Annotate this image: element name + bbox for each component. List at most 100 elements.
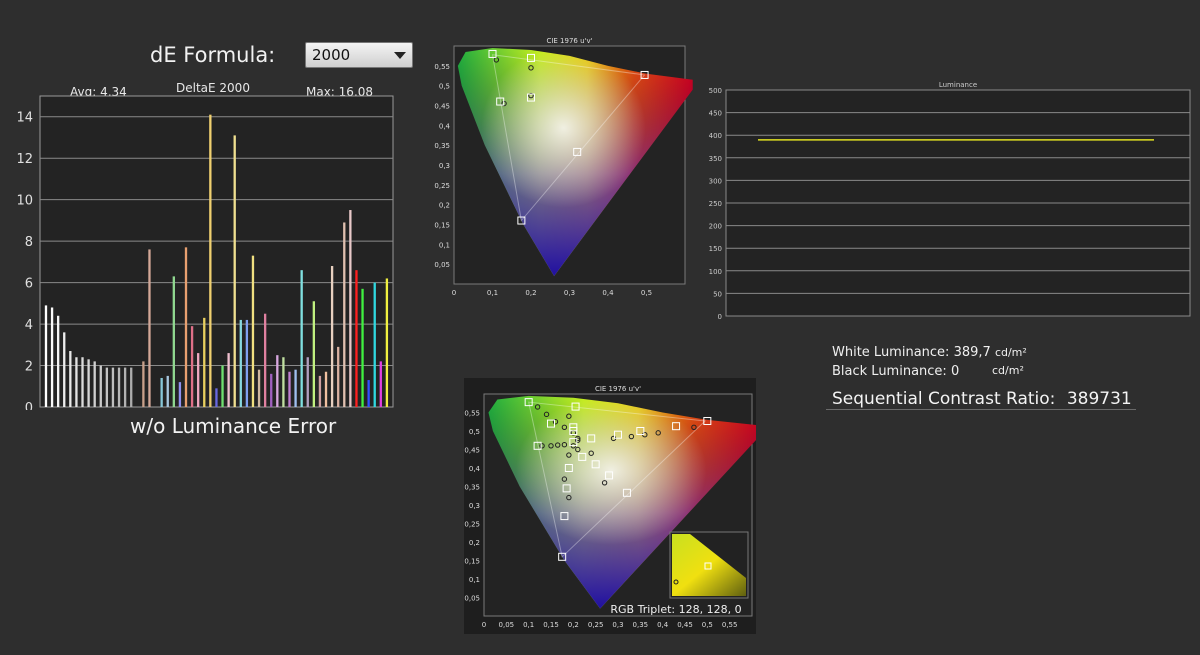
y-tick-label: 400: [709, 132, 722, 140]
y-tick-label: 150: [709, 245, 722, 253]
bar: [251, 255, 255, 407]
bar: [361, 288, 364, 407]
y-tick-label: 12: [16, 152, 33, 167]
x-tick-label: 0: [452, 289, 456, 297]
bar: [367, 380, 370, 407]
bar: [44, 305, 48, 407]
bar: [355, 270, 358, 407]
y-tick-label: 2: [25, 360, 33, 375]
y-tick-label: 0,45: [434, 103, 450, 111]
x-tick-label: 0,1: [487, 289, 498, 297]
x-tick-label: 0,25: [588, 621, 604, 629]
x-tick-label: 0,5: [702, 621, 713, 629]
y-tick-label: 10: [16, 194, 33, 209]
delta-e-bar-chart: 0 2 4 6 8 10 12 14: [16, 95, 394, 410]
bar: [190, 326, 194, 407]
bar: [172, 276, 175, 407]
bar: [337, 346, 340, 407]
black-luminance-label: Black Luminance:: [832, 364, 947, 379]
rgb-triplet-label: RGB Triplet: 128, 128, 0: [610, 603, 741, 616]
bar: [117, 367, 121, 407]
bar: [288, 371, 291, 407]
y-tick-label: 0,55: [434, 63, 450, 71]
y-tick-label: 0,05: [434, 261, 450, 269]
y-tick-label: 8: [25, 235, 33, 250]
bar: [257, 369, 261, 407]
bar: [276, 355, 279, 407]
bar: [221, 365, 224, 407]
bar: [239, 319, 242, 407]
x-tick-label: 0,3: [612, 621, 623, 629]
x-tick-label: 0: [482, 621, 486, 629]
bar: [57, 315, 60, 407]
bar: [160, 377, 163, 407]
y-tick-label: 0: [718, 313, 722, 321]
y-tick-label: 0,5: [469, 428, 480, 436]
bar: [324, 371, 328, 407]
contrast-ratio-value: 389731: [1066, 389, 1132, 409]
bar: [245, 319, 249, 407]
bar: [75, 357, 78, 407]
bar: [385, 278, 389, 407]
bar: [81, 357, 84, 407]
white-luminance-value: 389,7: [953, 345, 991, 360]
bar: [111, 367, 115, 407]
bar: [69, 351, 72, 407]
x-tick-label: 0,35: [633, 621, 649, 629]
bar: [263, 313, 267, 407]
y-tick-label: 450: [709, 110, 722, 118]
bar: [93, 361, 96, 407]
cie-chart-primaries: 0,05 0,1 0,15 0,2 0,25 0,3 0,35 0,4 0,45 0,5 0,55 0…: [434, 37, 693, 297]
y-tick-label: 14: [16, 111, 33, 126]
bar: [233, 135, 236, 407]
y-tick-label: 0,15: [434, 222, 450, 230]
y-tick-label: 100: [709, 268, 722, 276]
de-formula-value: 2000: [312, 46, 351, 64]
contrast-ratio: Sequential Contrast Ratio: 389731: [832, 389, 1132, 409]
luminance-readout: White Luminance: 389,7 cd/m² Black Lumin…: [832, 345, 1027, 383]
bar: [166, 375, 169, 407]
y-tick-label: 0,05: [464, 595, 480, 603]
chart-caption: w/o Luminance Error: [130, 414, 337, 438]
x-tick-label: 0,45: [677, 621, 693, 629]
y-tick-label: 4: [25, 318, 33, 333]
bar: [282, 357, 285, 407]
chart-title: Luminance: [939, 81, 977, 89]
y-tick-label: 0,2: [469, 539, 480, 547]
y-tick-label: 0,45: [464, 447, 480, 455]
x-tick-label: 0,4: [602, 289, 614, 297]
chevron-down-icon: [394, 52, 406, 59]
black-luminance-unit: cd/m²: [992, 364, 1024, 377]
bar: [105, 367, 109, 407]
bar: [318, 375, 322, 407]
bar: [215, 388, 218, 407]
contrast-ratio-label: Sequential Contrast Ratio:: [832, 389, 1056, 409]
y-tick-label: 0,55: [464, 410, 480, 418]
bar: [50, 307, 54, 407]
bar: [142, 361, 145, 407]
chart-title: CIE 1976 u'v': [546, 37, 592, 45]
y-tick-label: 300: [709, 177, 722, 185]
y-tick-label: 0,1: [469, 576, 480, 584]
x-tick-label: 0,2: [568, 621, 579, 629]
chart-title: CIE 1976 u'v': [595, 385, 641, 393]
bar: [306, 357, 309, 407]
x-tick-label: 0,05: [499, 621, 515, 629]
bar: [270, 373, 273, 407]
bar: [312, 301, 315, 407]
cie-chart-saturations: 0,05 0,1 0,15 0,2 0,25 0,3 0,35 0,4 0,45 0,5 0,55 0…: [464, 378, 756, 634]
x-tick-label: 0,1: [523, 621, 534, 629]
bar: [184, 247, 188, 407]
y-tick-label: 0,35: [464, 484, 480, 492]
x-tick-label: 0,4: [657, 621, 669, 629]
bar: [99, 365, 102, 407]
bar: [373, 282, 376, 407]
y-tick-label: 0,3: [439, 162, 450, 170]
y-tick-label: 0,5: [439, 83, 450, 91]
bar: [343, 222, 346, 407]
y-tick-label: 0,15: [464, 558, 480, 566]
bar: [203, 317, 206, 407]
y-tick-label: 500: [709, 87, 722, 95]
y-tick-label: 0,3: [469, 502, 480, 510]
de-formula-dropdown[interactable]: 2000: [305, 42, 413, 68]
